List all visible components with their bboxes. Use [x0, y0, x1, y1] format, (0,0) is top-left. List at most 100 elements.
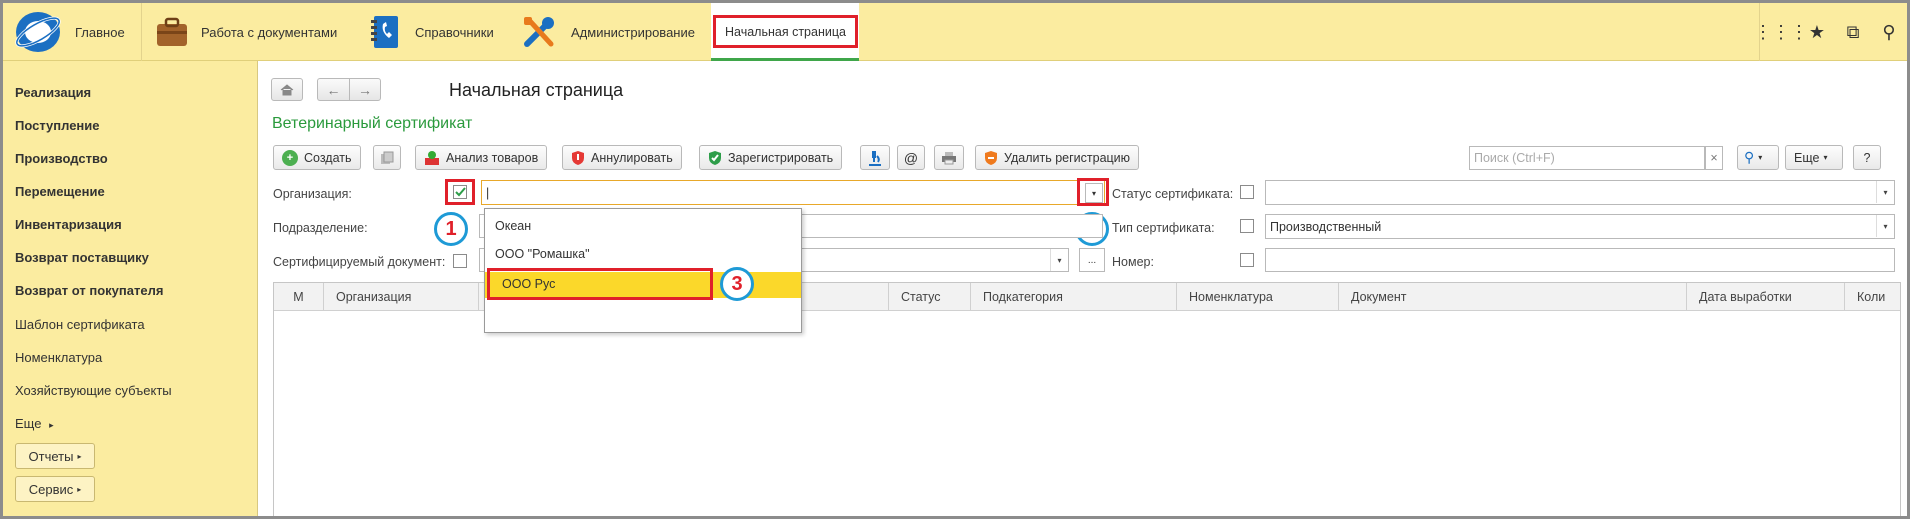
callout-1: 1	[434, 212, 468, 246]
sidebar-item-business-entities[interactable]: Хозяйствующие субъекты	[15, 383, 172, 398]
plus-icon: +	[282, 149, 298, 166]
tab-start-page-label: Начальная страница	[725, 24, 846, 39]
sidebar-item-realization[interactable]: Реализация	[15, 85, 91, 100]
delete-registration-button-label: Удалить регистрацию	[1004, 150, 1131, 165]
sidebar-item-return-supplier[interactable]: Возврат поставщику	[15, 250, 149, 265]
column-header[interactable]: Документ	[1339, 283, 1687, 311]
forward-button[interactable]: →	[349, 78, 381, 101]
chevron-down-icon[interactable]: ▾	[1050, 249, 1068, 271]
email-button[interactable]: @	[897, 145, 925, 170]
column-header[interactable]: Дата выработки	[1687, 283, 1845, 311]
cert-doc-select-button[interactable]: ...	[1079, 248, 1105, 272]
copy-button[interactable]	[373, 145, 401, 170]
column-header[interactable]: Номенклатура	[1177, 283, 1339, 311]
organization-dropdown-button[interactable]: ▾	[1085, 183, 1103, 203]
cert-status-checkbox[interactable]	[1240, 185, 1254, 199]
back-button[interactable]: ←	[317, 78, 349, 101]
search-icon[interactable]: ⚲	[1871, 3, 1907, 61]
create-button[interactable]: + Создать	[273, 145, 361, 170]
register-button[interactable]: Зарегистрировать	[699, 145, 843, 170]
section-directories-label: Справочники	[415, 24, 494, 40]
history-icon[interactable]: ⧉	[1835, 3, 1871, 61]
cert-type-checkbox[interactable]	[1240, 219, 1254, 233]
delete-registration-button[interactable]: Удалить регистрацию	[975, 145, 1140, 170]
chevron-down-icon[interactable]: ▾	[1876, 181, 1894, 203]
chevron-right-icon: ▸	[77, 484, 82, 494]
section-administration[interactable]: Администрирование	[521, 3, 695, 61]
document-title: Ветеринарный сертификат	[272, 115, 473, 132]
section-directories[interactable]: Справочники	[369, 3, 494, 61]
print-button[interactable]	[934, 145, 964, 170]
cancel-cert-button[interactable]: Аннулировать	[562, 145, 682, 170]
number-field[interactable]	[1265, 248, 1895, 272]
grid-icon[interactable]: ⋮⋮⋮	[1754, 3, 1808, 61]
number-checkbox[interactable]	[1240, 253, 1254, 267]
column-header[interactable]: М	[274, 283, 324, 311]
search-input[interactable]: Поиск (Ctrl+F)	[1469, 146, 1705, 170]
tab-start-page[interactable]: Начальная страница	[711, 3, 859, 61]
main-content: ← → Начальная страница Ветеринарный серт…	[259, 61, 1907, 516]
search-placeholder: Поиск (Ctrl+F)	[1474, 151, 1555, 165]
microscope-button[interactable]	[860, 145, 890, 170]
reports-button[interactable]: Отчеты ▸	[15, 443, 95, 469]
at-icon: @	[903, 149, 919, 166]
search-clear-button[interactable]: ×	[1705, 146, 1723, 170]
printer-icon	[942, 151, 956, 164]
column-header[interactable]: Подкатегория	[971, 283, 1177, 311]
more-button-label: Еще	[1794, 150, 1820, 165]
column-header[interactable]: Статус	[889, 283, 971, 311]
main-section-label: Главное	[75, 24, 125, 40]
sidebar-item-cert-template[interactable]: Шаблон сертификата	[15, 317, 145, 332]
sidebar-item-receipt[interactable]: Поступление	[15, 118, 100, 133]
app-logo-icon[interactable]	[13, 10, 63, 55]
cert-status-label: Статус сертификата:	[1112, 187, 1234, 201]
organization-field[interactable]: |	[481, 180, 1105, 205]
organization-value: |	[486, 185, 490, 200]
microscope-icon	[869, 150, 881, 166]
section-documents[interactable]: Работа с документами	[155, 3, 337, 61]
sidebar-item-more[interactable]: Еще ▸	[15, 416, 54, 431]
top-section-bar: Главное Работа с документами Справочники	[3, 3, 1907, 61]
cert-doc-checkbox[interactable]	[453, 254, 467, 268]
checkmark-icon	[455, 187, 466, 197]
dropdown-option[interactable]: ООО "Ромашка"	[485, 241, 801, 267]
sidebar-item-transfer[interactable]: Перемещение	[15, 184, 105, 199]
arrow-right-icon: →	[358, 81, 372, 98]
analysis-button[interactable]: Анализ товаров	[415, 145, 548, 170]
cert-type-field[interactable]: Производственный ▾	[1265, 214, 1895, 239]
chevron-down-icon: ▾	[1091, 188, 1096, 198]
number-label: Номер:	[1112, 255, 1154, 269]
subdivision-label: Подразделение:	[273, 221, 368, 235]
cert-status-field[interactable]: ▾	[1265, 180, 1895, 205]
copy-icon	[381, 151, 394, 164]
star-icon[interactable]: ★	[1799, 3, 1835, 61]
search-button[interactable]: ⚲ ▾	[1737, 145, 1779, 170]
sidebar: Реализация Поступление Производство Пере…	[3, 61, 258, 516]
cancel-cert-button-label: Аннулировать	[591, 150, 673, 165]
sidebar-item-return-customer[interactable]: Возврат от покупателя	[15, 283, 163, 298]
sidebar-item-production[interactable]: Производство	[15, 151, 108, 166]
shield-orange-icon	[985, 150, 997, 165]
more-button[interactable]: Еще ▾	[1785, 145, 1843, 170]
arrow-left-icon: ←	[326, 81, 341, 98]
chevron-right-icon: ▸	[49, 420, 54, 430]
home-button[interactable]	[271, 78, 303, 101]
column-header[interactable]: Коли	[1845, 283, 1902, 311]
column-header[interactable]: Организация	[324, 283, 479, 311]
shield-green-icon	[709, 150, 721, 165]
organization-label: Организация:	[273, 187, 352, 201]
organization-checkbox[interactable]	[453, 185, 467, 199]
help-button[interactable]: ?	[1853, 145, 1881, 170]
cert-type-value: Производственный	[1270, 219, 1382, 234]
sidebar-item-nomenclature[interactable]: Номенклатура	[15, 350, 102, 365]
page-title: Начальная страница	[449, 80, 624, 100]
help-label: ?	[1863, 150, 1871, 165]
dropdown-option[interactable]: Океан	[485, 213, 801, 239]
sidebar-item-inventory[interactable]: Инвентаризация	[15, 217, 122, 232]
main-section[interactable]: Главное	[75, 3, 125, 61]
ellipsis-icon: ...	[1087, 254, 1097, 266]
section-documents-label: Работа с документами	[201, 24, 338, 40]
service-button[interactable]: Сервис ▸	[15, 476, 95, 502]
chevron-down-icon[interactable]: ▾	[1876, 215, 1894, 237]
app-window: Главное Работа с документами Справочники	[0, 0, 1910, 519]
